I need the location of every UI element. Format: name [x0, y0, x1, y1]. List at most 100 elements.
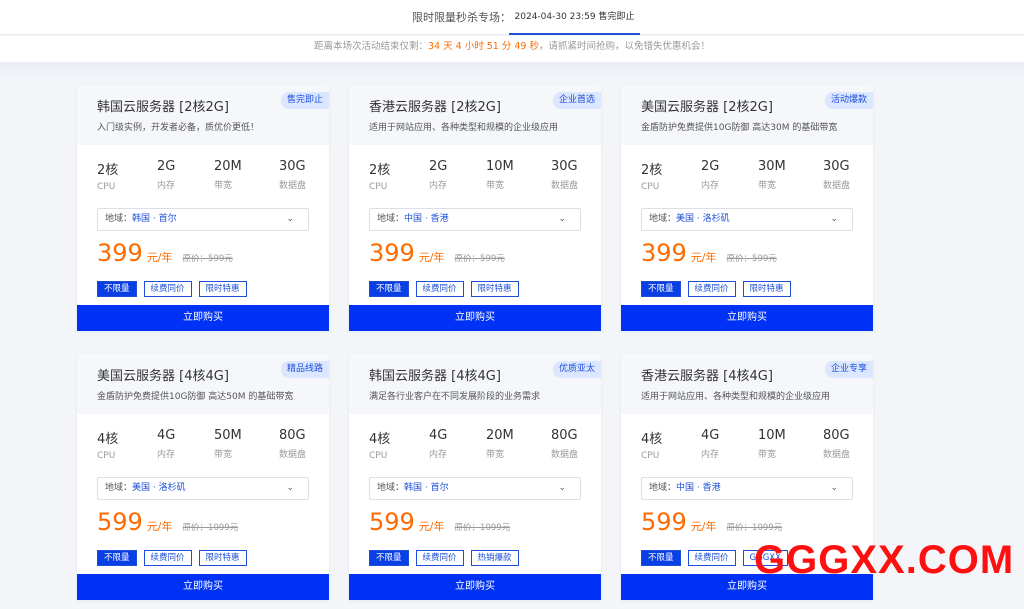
spec-unit: 数据盘 [551, 181, 579, 191]
spec-item: 4核 CPU [641, 428, 691, 461]
spec-unit: CPU [641, 451, 660, 461]
region-value: 韩国 · 首尔 [132, 214, 177, 224]
product-card: 韩国云服务器 [4核4G] 优质亚太满足各行业客户在不同发展阶段的业务需求 4核 CP… [349, 354, 601, 600]
spec-unit: 内存 [701, 450, 720, 460]
spec-unit: CPU [641, 182, 660, 192]
region-select[interactable]: 地域：中国 · 香港 ⌄ [641, 477, 853, 500]
spec-unit: 数据盘 [279, 450, 307, 460]
card-description: 适用于网站应用、各种类型和规模的企业级应用 [641, 392, 831, 402]
price-period: 元/年 [146, 520, 173, 533]
spec-unit: 数据盘 [551, 450, 579, 460]
top-tab-bar: 限时限量秒杀专场： 2024-04-30 23:59 售完即止 [0, 0, 1024, 35]
card-badge: 企业首选 [552, 92, 601, 109]
feature-tag: 限时特惠 [198, 281, 247, 297]
spec-item: 10M 带宽 [486, 159, 536, 191]
spec-value: 30G [823, 159, 850, 174]
spec-unit: 内存 [429, 181, 448, 191]
countdown-prefix: 距离本场次活动结束仅剩： [314, 41, 429, 52]
tab-flash-sale-session[interactable]: 2024-04-30 23:59 售完即止 [509, 0, 640, 35]
chevron-down-icon: ⌄ [558, 483, 566, 493]
card-description: 适用于网站应用、各种类型和规模的企业级应用 [369, 123, 559, 133]
original-price: 原价：599元 [454, 254, 505, 264]
countdown-banner: 距离本场次活动结束仅剩：34 天 4 小时 51 分 49 秒，请抓紧时间抢购，… [0, 36, 1024, 62]
region-value: 中国 · 香港 [676, 483, 721, 493]
region-select[interactable]: 地域：韩国 · 首尔 ⌄ [369, 477, 581, 500]
price-value: 399 [97, 239, 143, 267]
price-period: 元/年 [418, 251, 445, 264]
tag-list: 不限量 续费同价 热销爆款 [369, 545, 526, 566]
card-badge: 优质亚太 [552, 361, 601, 378]
card-description: 金盾防护免费提供10G防御 高达30M 的基础带宽 [641, 123, 838, 133]
spec-unit: 带宽 [486, 181, 505, 191]
spec-value: 80G [823, 428, 850, 443]
spec-unit: CPU [369, 451, 388, 461]
price-block: 399 元/年 原价：599元 [97, 239, 233, 267]
region-label: 地域： [105, 214, 133, 224]
spec-unit: 带宽 [214, 181, 233, 191]
feature-tag: 续费同价 [687, 281, 736, 297]
spec-item: 30M 带宽 [758, 159, 808, 191]
original-price: 原价：1099元 [726, 523, 783, 533]
product-card: 香港云服务器 [2核2G] 企业首选适用于网站应用、各种类型和规模的企业级应用 2核… [349, 85, 601, 331]
buy-now-button[interactable]: 立即购买 [349, 574, 601, 600]
spec-value: 4核 [641, 432, 663, 447]
card-title: 香港云服务器 [4核4G] [641, 369, 773, 384]
chevron-down-icon: ⌄ [830, 483, 838, 493]
spec-value: 4核 [369, 432, 391, 447]
buy-now-button[interactable]: 立即购买 [77, 305, 329, 331]
region-value: 韩国 · 首尔 [404, 483, 449, 493]
spec-value: 30G [279, 159, 306, 174]
feature-tag: 限时特惠 [198, 550, 247, 566]
spec-item: 2核 CPU [97, 159, 147, 192]
spec-item: 4G 内存 [429, 428, 479, 460]
spec-item: 80G 数据盘 [279, 428, 329, 460]
countdown-timer: 34 天 4 小时 51 分 49 秒 [428, 41, 539, 52]
product-card: 美国云服务器 [4核4G] 精品线路 金盾防护免费提供10G防御 高达50M 的基础… [77, 354, 329, 600]
spec-value: 2G [701, 159, 720, 174]
tag-list: 不限量 续费同价 限时特惠 [97, 545, 254, 566]
buy-now-button[interactable]: 立即购买 [349, 305, 601, 331]
feature-tag: 不限量 [641, 550, 681, 566]
buy-now-button[interactable]: 立即购买 [621, 305, 873, 331]
card-title: 香港云服务器 [2核2G] [369, 100, 501, 115]
watermark-logo: GGGXX.COM [754, 538, 1015, 582]
feature-tag: 续费同价 [143, 550, 192, 566]
chevron-down-icon: ⌄ [286, 214, 294, 224]
spec-value: 20M [486, 428, 514, 443]
region-select[interactable]: 地域：美国 · 洛杉矶 ⌄ [97, 477, 309, 500]
spec-value: 10M [486, 159, 514, 174]
card-badge: 售完即止 [280, 92, 329, 109]
region-label: 地域： [649, 483, 677, 493]
spec-value: 2核 [369, 163, 391, 178]
spec-unit: CPU [369, 182, 388, 192]
spec-value: 4G [701, 428, 720, 443]
card-title: 韩国云服务器 [4核4G] [369, 369, 501, 384]
spec-item: 4G 内存 [701, 428, 751, 460]
feature-tag: 限时特惠 [470, 281, 519, 297]
feature-tag: 续费同价 [415, 281, 464, 297]
spec-value: 10M [758, 428, 786, 443]
buy-now-button[interactable]: 立即购买 [77, 574, 329, 600]
chevron-down-icon: ⌄ [830, 214, 838, 224]
product-card: 韩国云服务器 [2核2G] 售完即止 入门级实例，开发者必备，质优价更低！ 2核 CPU… [77, 85, 329, 331]
price-block: 599 元/年 原价：1099元 [641, 508, 782, 536]
region-select[interactable]: 地域：中国 · 香港 ⌄ [369, 208, 581, 231]
spec-unit: 内存 [157, 181, 176, 191]
region-select[interactable]: 地域：韩国 · 首尔 ⌄ [97, 208, 309, 231]
spec-item: 30G 数据盘 [551, 159, 601, 191]
card-title: 美国云服务器 [2核2G] [641, 100, 773, 115]
spec-value: 4核 [97, 432, 119, 447]
tag-list: 不限量 续费同价 限时特惠 [369, 276, 526, 297]
region-select[interactable]: 地域：美国 · 洛杉矶 ⌄ [641, 208, 853, 231]
region-label: 地域： [105, 483, 133, 493]
price-period: 元/年 [690, 520, 717, 533]
price-period: 元/年 [146, 251, 173, 264]
header-shadow [0, 62, 1024, 82]
spec-value: 4G [157, 428, 176, 443]
card-badge: 精品线路 [280, 361, 329, 378]
price-block: 399 元/年 原价：599元 [641, 239, 777, 267]
spec-value: 80G [551, 428, 578, 443]
feature-tag: 不限量 [369, 550, 409, 566]
spec-unit: CPU [97, 182, 116, 192]
card-description: 满足各行业客户在不同发展阶段的业务需求 [369, 392, 541, 402]
